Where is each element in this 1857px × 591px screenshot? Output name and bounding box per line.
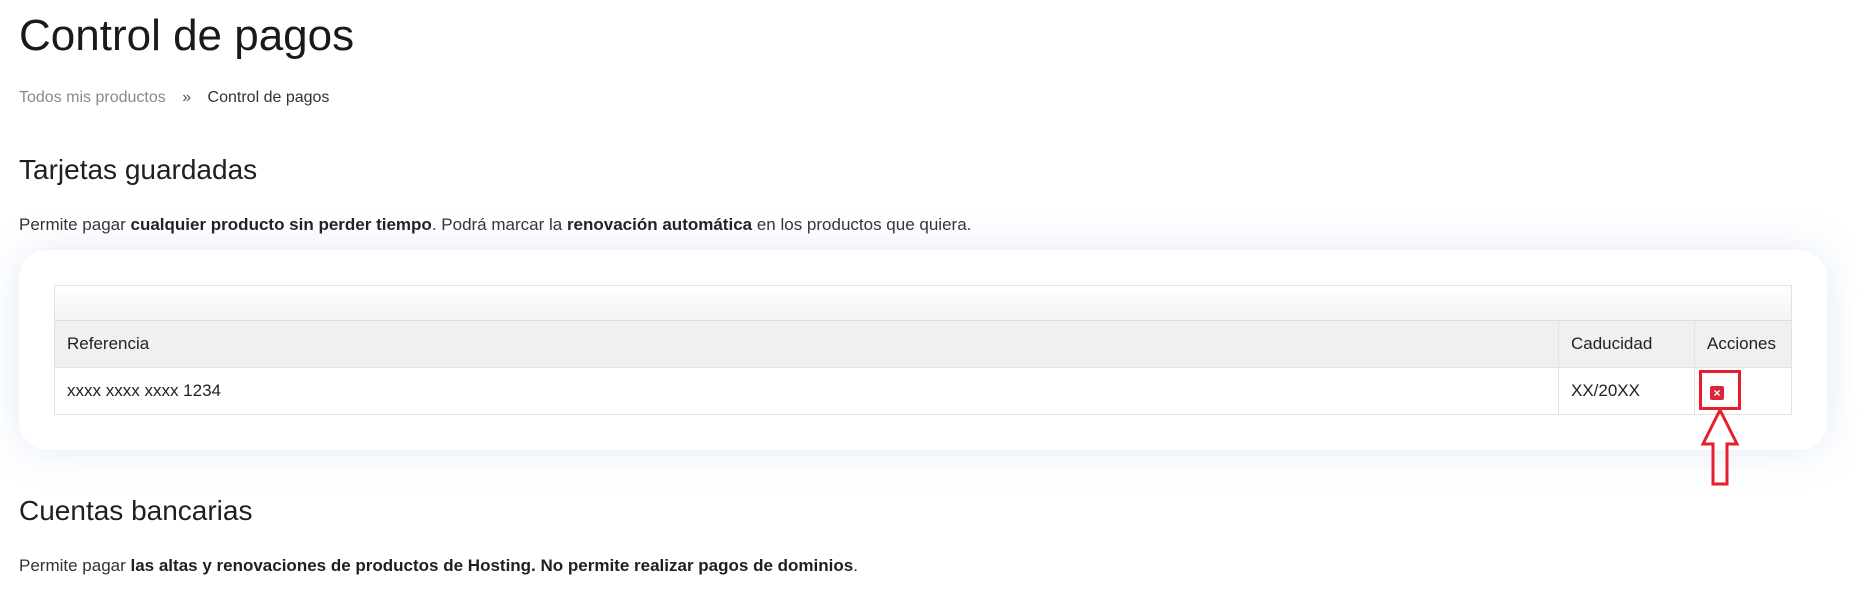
card-reference: xxxx xxxx xxxx 1234	[67, 380, 221, 400]
desc-text: .	[853, 556, 858, 575]
breadcrumb-separator: »	[182, 89, 192, 106]
annotation-highlight-box	[1699, 370, 1741, 410]
table-row: xxxx xxxx xxxx 1234 XX/20XX ×	[55, 367, 1791, 414]
desc-text: en los productos que quiera.	[752, 215, 972, 234]
desc-text: . Podrá marcar la	[431, 215, 567, 234]
page-title: Control de pagos	[19, 11, 355, 60]
saved-cards-title: Tarjetas guardadas	[19, 154, 258, 185]
desc-bold: las altas y renovaciones de productos de…	[130, 556, 854, 575]
saved-cards-card: Referencia Caducidad Acciones xxxx xxxx …	[19, 250, 1827, 450]
annotation-up-arrow-icon	[1700, 408, 1740, 486]
column-header-expiry[interactable]: Caducidad	[1558, 321, 1695, 367]
cards-table: Referencia Caducidad Acciones xxxx xxxx …	[55, 321, 1791, 414]
table-header-row: Referencia Caducidad Acciones	[55, 321, 1791, 367]
breadcrumb-link-all-products[interactable]: Todos mis productos	[19, 89, 166, 106]
column-header-actions: Acciones	[1694, 321, 1791, 367]
bank-accounts-description: Permite pagar las altas y renovaciones d…	[19, 555, 858, 577]
saved-cards-description: Permite pagar cualquier producto sin per…	[19, 214, 971, 236]
table-toolbar	[55, 286, 1791, 321]
desc-text: Permite pagar	[19, 215, 131, 234]
breadcrumb: Todos mis productos » Control de pagos	[19, 88, 329, 108]
column-header-reference[interactable]: Referencia	[55, 321, 1559, 367]
desc-bold: cualquier producto sin perder tiempo	[130, 215, 432, 234]
desc-bold: renovación automática	[566, 215, 753, 234]
breadcrumb-current: Control de pagos	[207, 89, 330, 106]
bank-accounts-title: Cuentas bancarias	[19, 495, 253, 526]
desc-text: Permite pagar	[19, 556, 131, 575]
saved-cards-table: Referencia Caducidad Acciones xxxx xxxx …	[54, 285, 1792, 415]
card-expiry: XX/20XX	[1558, 367, 1695, 414]
